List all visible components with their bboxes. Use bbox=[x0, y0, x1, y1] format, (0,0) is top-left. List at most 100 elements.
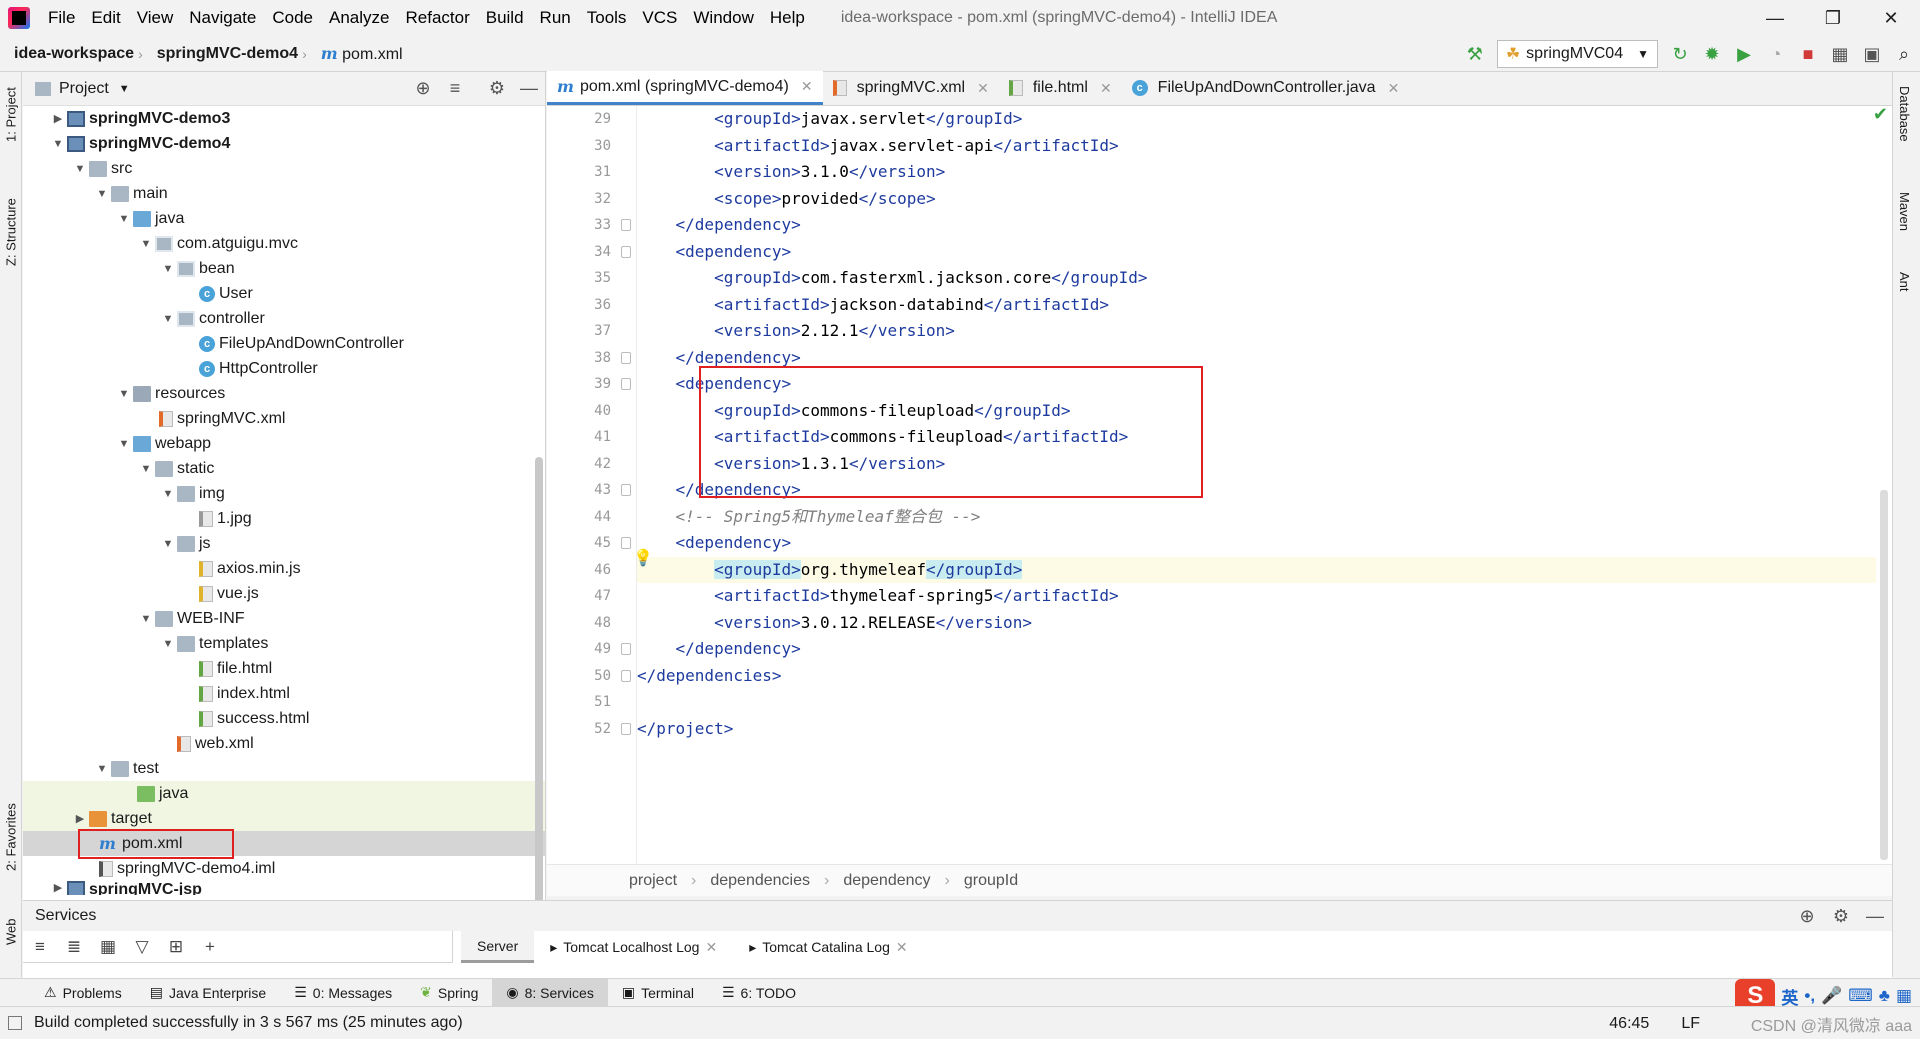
fold-marker-icon[interactable] bbox=[621, 670, 631, 682]
skin-icon[interactable]: ♣ bbox=[1879, 986, 1890, 1006]
new-tab-icon[interactable]: ⊞ bbox=[159, 937, 193, 957]
close-icon[interactable]: ✕ bbox=[1388, 80, 1400, 97]
tree-item[interactable]: ▼ static bbox=[23, 456, 545, 481]
tree-item[interactable]: index.html bbox=[23, 681, 545, 706]
tool-messages[interactable]: ☰ 0: Messages bbox=[280, 979, 406, 1007]
gear-icon[interactable]: ⚙ bbox=[1824, 906, 1858, 927]
menu-file[interactable]: File bbox=[40, 8, 83, 28]
tree-item[interactable]: ▼ main bbox=[23, 181, 545, 206]
project-scrollbar[interactable] bbox=[535, 457, 543, 917]
status-icon[interactable] bbox=[8, 1016, 22, 1030]
tree-item[interactable]: springMVC.xml bbox=[23, 406, 545, 431]
tab-database[interactable]: Database bbox=[1897, 86, 1912, 142]
microphone-icon[interactable]: 🎤 bbox=[1821, 986, 1842, 1006]
tree-item[interactable]: ▼ webapp bbox=[23, 431, 545, 456]
tab-tomcat-catalina-log[interactable]: ▸ Tomcat Catalina Log ✕ bbox=[733, 931, 923, 963]
menu-build[interactable]: Build bbox=[478, 8, 532, 28]
code-line[interactable]: </project> bbox=[637, 716, 1876, 742]
project-structure-icon[interactable]: ▦ bbox=[1824, 38, 1856, 70]
code-line[interactable]: <version>3.0.12.RELEASE</version> bbox=[637, 610, 1876, 636]
tool-todo[interactable]: ☰ 6: TODO bbox=[708, 979, 810, 1007]
fold-marker-icon[interactable] bbox=[621, 378, 631, 390]
tab-server[interactable]: Server bbox=[461, 931, 535, 963]
locate-icon[interactable]: ⊕ bbox=[407, 78, 439, 99]
coverage-icon[interactable]: ▶ bbox=[1728, 38, 1760, 70]
code-line[interactable]: <groupId>javax.servlet</groupId> bbox=[637, 106, 1876, 132]
menu-help[interactable]: Help bbox=[762, 8, 813, 28]
tab-structure[interactable]: Z: Structure bbox=[0, 182, 22, 282]
tree-item[interactable]: web.xml bbox=[23, 731, 545, 756]
tool-java-enterprise[interactable]: ▤ Java Enterprise bbox=[136, 979, 281, 1007]
tab-springmvc-xml[interactable]: springMVC.xml ✕ bbox=[823, 71, 999, 105]
menu-run[interactable]: Run bbox=[532, 8, 579, 28]
code-line[interactable]: <dependency> bbox=[637, 530, 1876, 556]
tree-item[interactable]: success.html bbox=[23, 706, 545, 731]
profile-icon[interactable]: ◔ bbox=[1760, 38, 1792, 70]
tree-item[interactable]: ▼ test bbox=[23, 756, 545, 781]
build-hammer-icon[interactable]: ⚒ bbox=[1459, 38, 1491, 70]
grid-icon[interactable]: ▦ bbox=[1896, 986, 1912, 1006]
keyboard-icon[interactable]: ⌨ bbox=[1848, 986, 1873, 1006]
tree-item[interactable]: java bbox=[23, 781, 545, 806]
rerun-icon[interactable]: ↻ bbox=[1664, 38, 1696, 70]
breadcrumb-workspace[interactable]: idea-workspace bbox=[0, 45, 138, 63]
locate-icon[interactable]: ⊕ bbox=[1790, 906, 1824, 927]
tree-item[interactable]: ▼ js bbox=[23, 531, 545, 556]
tree-item[interactable]: ▶ springMVC-jsp bbox=[23, 881, 545, 895]
tree-item[interactable]: axios.min.js bbox=[23, 556, 545, 581]
tree-item[interactable]: ▶ springMVC-demo3 bbox=[23, 106, 545, 131]
code-line[interactable]: <artifactId>thymeleaf-spring5</artifactI… bbox=[637, 583, 1876, 609]
tree-item[interactable]: ▼ controller bbox=[23, 306, 545, 331]
editor-scrollbar[interactable] bbox=[1880, 490, 1888, 860]
minimize-icon[interactable]: — bbox=[1746, 0, 1804, 36]
tree-item[interactable]: ▼ java bbox=[23, 206, 545, 231]
close-icon[interactable]: ✕ bbox=[977, 80, 989, 97]
hide-icon[interactable]: — bbox=[1858, 906, 1892, 927]
fold-marker-icon[interactable] bbox=[621, 643, 631, 655]
gear-icon[interactable]: ⚙ bbox=[481, 78, 513, 99]
fold-marker-icon[interactable] bbox=[621, 537, 631, 549]
filter-icon[interactable]: ▽ bbox=[125, 937, 159, 957]
menu-vcs[interactable]: VCS bbox=[634, 8, 685, 28]
tree-item[interactable]: ▼ com.atguigu.mvc bbox=[23, 231, 545, 256]
tree-item[interactable]: ▼ bean bbox=[23, 256, 545, 281]
breadcrumb-file[interactable]: m pom.xml bbox=[307, 44, 407, 64]
tree-item[interactable]: ▼ WEB-INF bbox=[23, 606, 545, 631]
tree-item[interactable]: vue.js bbox=[23, 581, 545, 606]
tool-terminal[interactable]: ▣ Terminal bbox=[608, 979, 708, 1007]
tab-controller-java[interactable]: c FileUpAndDownController.java ✕ bbox=[1122, 71, 1410, 105]
fold-marker-icon[interactable] bbox=[621, 246, 631, 258]
chevron-down-icon[interactable]: ▼ bbox=[119, 83, 130, 95]
close-icon[interactable]: ✕ bbox=[705, 939, 717, 956]
close-icon[interactable]: ✕ bbox=[801, 78, 813, 95]
code-line[interactable]: <!-- Spring5和Thymeleaf整合包 --> bbox=[637, 504, 1876, 530]
code-line[interactable]: <groupId>org.thymeleaf</groupId> bbox=[637, 557, 1876, 583]
code-line[interactable]: <groupId>com.fasterxml.jackson.core</gro… bbox=[637, 265, 1876, 291]
close-icon[interactable]: ✕ bbox=[896, 939, 908, 956]
code-line[interactable]: <artifactId>jackson-databind</artifactId… bbox=[637, 292, 1876, 318]
caret-position[interactable]: 46:45 bbox=[1609, 1015, 1649, 1033]
tree-item[interactable]: ▼ img bbox=[23, 481, 545, 506]
menu-tools[interactable]: Tools bbox=[579, 8, 635, 28]
menu-edit[interactable]: Edit bbox=[83, 8, 128, 28]
stop-icon[interactable]: ■ bbox=[1792, 38, 1824, 70]
code-line[interactable]: </dependencies> bbox=[637, 663, 1876, 689]
tree-item[interactable]: ▼ resources bbox=[23, 381, 545, 406]
tab-maven[interactable]: Maven bbox=[1897, 192, 1912, 231]
line-separator[interactable]: LF bbox=[1681, 1015, 1700, 1033]
menu-window[interactable]: Window bbox=[685, 8, 761, 28]
tab-web[interactable]: Web bbox=[0, 912, 22, 952]
tree-item[interactable]: springMVC-demo4.iml bbox=[23, 856, 545, 881]
menu-analyze[interactable]: Analyze bbox=[321, 8, 397, 28]
tab-favorites[interactable]: 2: Favorites bbox=[0, 792, 22, 882]
code-line[interactable]: <dependency> bbox=[637, 239, 1876, 265]
collapse-all-icon[interactable]: ≣ bbox=[57, 937, 91, 957]
tree-item[interactable]: ▶ target bbox=[23, 806, 545, 831]
code-line[interactable]: <artifactId>javax.servlet-api</artifactI… bbox=[637, 133, 1876, 159]
menu-refactor[interactable]: Refactor bbox=[397, 8, 477, 28]
tree-item[interactable]: ▼ src bbox=[23, 156, 545, 181]
tool-problems[interactable]: ⚠ Problems bbox=[30, 979, 136, 1007]
tab-ant[interactable]: Ant bbox=[1897, 272, 1912, 292]
tree-item[interactable]: ▼ springMVC-demo4 bbox=[23, 131, 545, 156]
tool-spring[interactable]: ❦ Spring bbox=[406, 979, 492, 1007]
